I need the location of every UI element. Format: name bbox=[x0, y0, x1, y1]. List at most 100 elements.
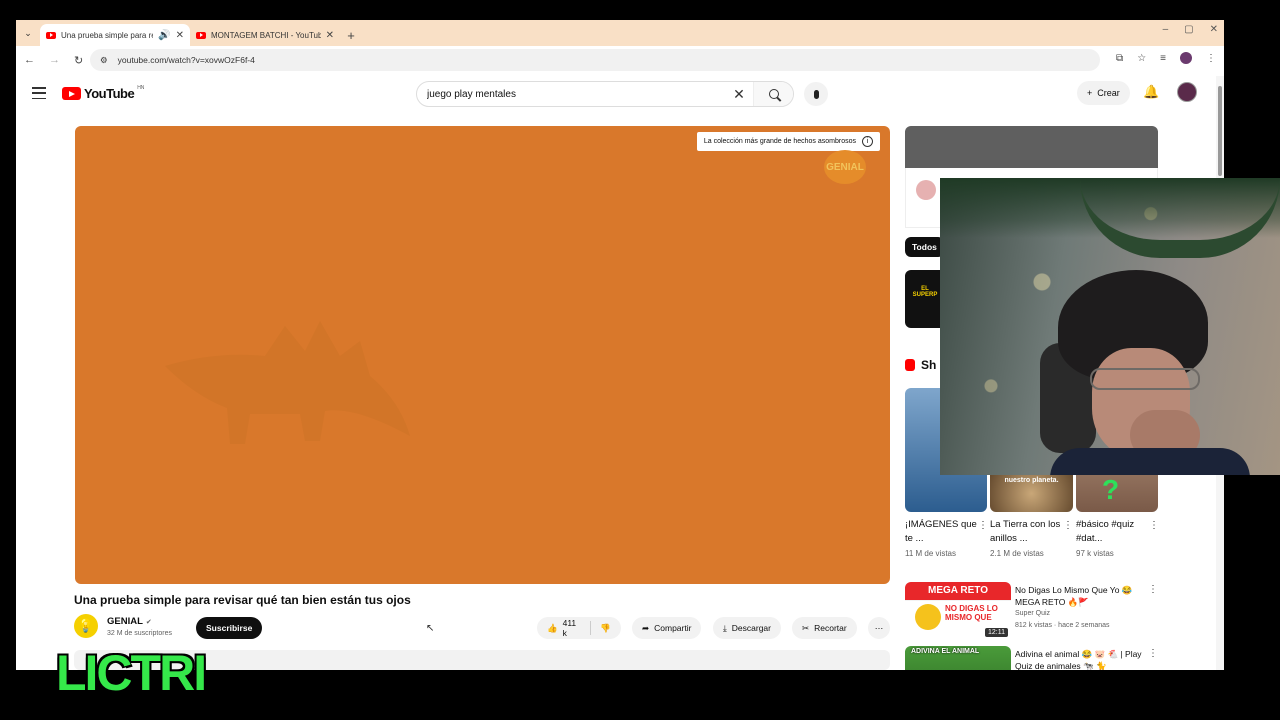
short-title[interactable]: #básico #quiz #dat... bbox=[1076, 518, 1151, 546]
video-title: Una prueba simple para revisar qué tan b… bbox=[74, 593, 411, 607]
info-icon[interactable]: i bbox=[862, 136, 873, 147]
subscribe-button[interactable]: Suscribirse bbox=[196, 617, 263, 639]
recommendation-item[interactable]: ADIVINA EL ANIMAL Adivina el animal 😂 🐷 … bbox=[905, 646, 1158, 670]
more-actions-button[interactable]: ⋯ bbox=[868, 617, 890, 639]
thumb-banner: ADIVINA EL ANIMAL bbox=[911, 648, 980, 655]
advertiser-icon bbox=[916, 180, 936, 200]
webcam-overlay bbox=[940, 178, 1280, 475]
short-title[interactable]: La Tierra con los anillos ... bbox=[990, 518, 1065, 546]
youtube-favicon-icon bbox=[46, 31, 56, 39]
streamer-shirt bbox=[1050, 448, 1250, 475]
divider bbox=[590, 621, 592, 635]
logo-text: YouTube bbox=[84, 86, 135, 101]
channel-watermark[interactable]: GENIAL bbox=[824, 150, 866, 184]
tab-active[interactable]: Una prueba simple para rev 🔊 ✕ bbox=[40, 24, 190, 46]
channel-avatar[interactable]: 💡 bbox=[74, 614, 98, 638]
notifications-bell-icon[interactable]: 🔔 bbox=[1143, 84, 1159, 100]
short-views: 2.1 M de vistas bbox=[990, 549, 1044, 558]
plus-icon: + bbox=[1087, 88, 1093, 98]
tab-title: MONTAGEM BATCHI - YouTube bbox=[211, 30, 321, 40]
forward-icon[interactable]: → bbox=[49, 54, 60, 66]
bookmark-star-icon[interactable]: ☆ bbox=[1137, 53, 1146, 64]
search-input[interactable] bbox=[417, 88, 725, 100]
scrollbar-thumb[interactable] bbox=[1218, 86, 1222, 176]
recommendation-title[interactable]: Adivina el animal 😂 🐷 🐔 | Play Quiz de a… bbox=[1015, 648, 1145, 670]
install-icon[interactable]: ⧉ bbox=[1116, 53, 1123, 64]
minimize-button[interactable]: – bbox=[1163, 24, 1169, 35]
recommendation-title[interactable]: No Digas Lo Mismo Que Yo 😂 MEGA RETO 🔥🚩 bbox=[1015, 584, 1145, 608]
short-meta[interactable]: #básico #quiz #dat... 97 k vistas ⋮ bbox=[1076, 518, 1159, 558]
short-meta[interactable]: La Tierra con los anillos ... 2.1 M de v… bbox=[990, 518, 1073, 558]
new-tab-button[interactable]: + bbox=[340, 24, 362, 46]
emoji-face-icon bbox=[915, 604, 941, 630]
maximize-button[interactable]: ▢ bbox=[1184, 24, 1193, 35]
tab-search-chevron-icon[interactable]: ⌄ bbox=[16, 20, 40, 46]
recommendation-thumbnail[interactable]: ADIVINA EL ANIMAL bbox=[905, 646, 1011, 670]
ad-banner[interactable] bbox=[905, 126, 1158, 168]
create-label: Crear bbox=[1097, 88, 1120, 98]
site-info-icon[interactable]: ⚙ bbox=[100, 55, 108, 66]
browser-menu-icon[interactable]: ⋮ bbox=[1206, 53, 1216, 64]
recommendation-thumbnail[interactable]: EL SUPERP bbox=[905, 270, 945, 328]
shorts-heading: Sh bbox=[905, 358, 936, 372]
short-views: 97 k vistas bbox=[1076, 549, 1114, 558]
short-menu-icon[interactable]: ⋮ bbox=[1063, 520, 1073, 531]
channel-name[interactable]: GENIAL ✔ bbox=[107, 616, 152, 627]
recommendation-menu-icon[interactable]: ⋮ bbox=[1148, 648, 1158, 659]
youtube-logo[interactable]: YouTube HN bbox=[62, 85, 144, 101]
short-meta[interactable]: ¡IMÁGENES que te ... 11 M de vistas ⋮ bbox=[905, 518, 988, 558]
reload-icon[interactable]: ↻ bbox=[74, 54, 83, 67]
chip-all[interactable]: Todos bbox=[905, 237, 944, 257]
like-icon[interactable]: 👍 bbox=[547, 623, 558, 634]
media-controls-icon[interactable]: ≡ bbox=[1160, 53, 1166, 64]
clip-button[interactable]: ✂ Recortar bbox=[792, 617, 857, 639]
youtube-play-icon bbox=[62, 87, 81, 100]
info-card-teaser[interactable]: La colección más grande de hechos asombr… bbox=[696, 132, 880, 151]
short-views: 11 M de vistas bbox=[905, 549, 956, 558]
address-bar-actions: ⧉ ☆ ≡ ⋮ bbox=[1116, 52, 1216, 64]
search-box: ✕ bbox=[416, 81, 794, 107]
tab-close-icon[interactable]: ✕ bbox=[326, 30, 334, 41]
verified-icon: ✔ bbox=[145, 619, 152, 626]
like-dislike-group: 👍 411 k 👎 bbox=[537, 617, 621, 639]
download-button[interactable]: ⤓ Descargar bbox=[713, 617, 781, 639]
video-duration: 12:11 bbox=[985, 628, 1008, 637]
voice-search-button[interactable] bbox=[804, 82, 828, 106]
streamer-name-overlay: LICTRI bbox=[56, 645, 207, 701]
subscriber-count: 32 M de suscriptores bbox=[107, 630, 172, 637]
account-avatar[interactable] bbox=[1177, 82, 1197, 102]
short-caption: nuestro planeta. bbox=[1004, 477, 1059, 484]
short-menu-icon[interactable]: ⋮ bbox=[978, 520, 988, 531]
guide-menu-icon[interactable] bbox=[32, 87, 46, 99]
dislike-icon[interactable]: 👎 bbox=[600, 623, 611, 634]
recommendation-thumbnail[interactable]: MEGA RETO NO DIGAS LO MISMO QUE 12:11 bbox=[905, 582, 1011, 640]
scissors-icon: ✂ bbox=[802, 622, 810, 633]
youtube-masthead: YouTube HN ✕ + Crear 🔔 bbox=[16, 76, 1216, 112]
tab-close-icon[interactable]: ✕ bbox=[176, 30, 184, 41]
clear-search-icon[interactable]: ✕ bbox=[725, 86, 753, 103]
create-button[interactable]: + Crear bbox=[1077, 81, 1130, 105]
profile-avatar[interactable] bbox=[1180, 52, 1192, 64]
search-icon bbox=[768, 89, 779, 99]
video-player[interactable]: La colección más grande de hechos asombr… bbox=[75, 126, 890, 584]
clip-label: Recortar bbox=[814, 623, 847, 633]
shorts-title: Sh bbox=[921, 358, 937, 372]
url-text[interactable]: youtube.com/watch?v=xovwOzF6f-4 bbox=[118, 55, 255, 65]
tab-inactive[interactable]: MONTAGEM BATCHI - YouTube ✕ bbox=[190, 24, 340, 46]
share-button[interactable]: ➦ Compartir bbox=[632, 617, 702, 639]
close-window-button[interactable]: ✕ bbox=[1210, 24, 1218, 35]
short-menu-icon[interactable]: ⋮ bbox=[1149, 520, 1159, 531]
back-icon[interactable]: ← bbox=[24, 54, 35, 66]
thumb-banner: MEGA RETO bbox=[905, 582, 1011, 600]
tab-strip: ⌄ Una prueba simple para rev 🔊 ✕ MONTAGE… bbox=[16, 20, 1224, 46]
recommendation-item[interactable]: MEGA RETO NO DIGAS LO MISMO QUE 12:11 No… bbox=[905, 582, 1158, 640]
recommendation-menu-icon[interactable]: ⋮ bbox=[1148, 584, 1158, 595]
like-count[interactable]: 411 k bbox=[563, 618, 582, 638]
omnibox[interactable]: ⚙ youtube.com/watch?v=xovwOzF6f-4 bbox=[90, 49, 1100, 71]
speaker-icon[interactable]: 🔊 bbox=[158, 30, 170, 41]
recommendation-channel[interactable]: Super Quiz bbox=[1015, 610, 1050, 617]
search-button[interactable] bbox=[753, 82, 793, 106]
short-title[interactable]: ¡IMÁGENES que te ... bbox=[905, 518, 980, 546]
question-mark-icon: ? bbox=[1102, 474, 1120, 505]
download-icon: ⤓ bbox=[723, 622, 727, 633]
